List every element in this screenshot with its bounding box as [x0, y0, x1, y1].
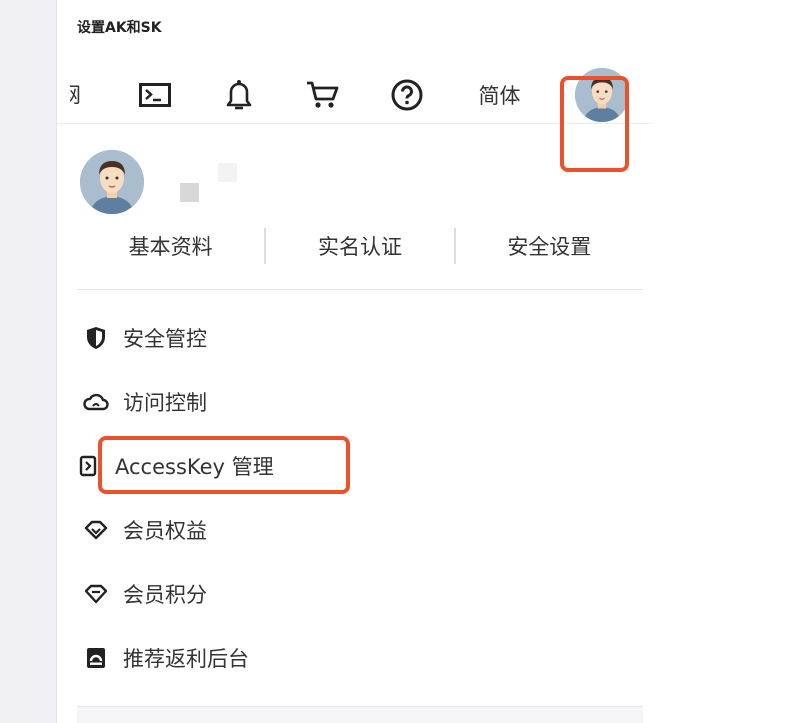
account-menu: 安全管控 访问控制 AccessKey 管理 会员权益 会员积分 推荐返利后台	[77, 306, 643, 690]
menu-item-label: 访问控制	[123, 391, 207, 415]
panel-footer	[77, 706, 643, 723]
terminal-icon	[139, 83, 171, 107]
profile-tabs: 基本资料 实名认证 安全设置	[77, 220, 643, 272]
redacted-username-block	[218, 163, 237, 182]
avatar	[80, 150, 144, 214]
tab-basic-info[interactable]: 基本资料	[77, 231, 264, 261]
menu-item-security-control[interactable]: 安全管控	[77, 306, 643, 370]
help-icon	[391, 79, 423, 111]
menu-item-label: 会员权益	[123, 519, 207, 543]
accesskey-highlight-box	[98, 436, 350, 494]
menu-item-member-points[interactable]: 会员积分	[77, 562, 643, 626]
page: 设置AK和SK 网 简体 基本资料 实名认证 安全设置 安全管控 访问控制 Ac…	[0, 0, 792, 723]
terminal-button[interactable]	[135, 66, 175, 124]
cloud-icon	[83, 389, 109, 415]
menu-item-label: 安全管控	[123, 327, 207, 351]
document-title: 设置AK和SK	[77, 20, 162, 36]
avatar-highlight-box	[560, 76, 629, 172]
dashboard-icon	[83, 645, 109, 671]
help-button[interactable]	[386, 66, 428, 124]
menu-item-referral-dashboard[interactable]: 推荐返利后台	[77, 626, 643, 690]
tab-security-settings[interactable]: 安全设置	[456, 231, 643, 261]
left-sidebar-strip	[0, 0, 57, 723]
cart-icon	[307, 81, 339, 108]
menu-item-label: 推荐返利后台	[123, 647, 249, 671]
menu-item-label: 会员积分	[123, 583, 207, 607]
menu-item-access-control[interactable]: 访问控制	[77, 370, 643, 434]
gem-icon	[83, 581, 109, 607]
shield-icon	[83, 325, 109, 351]
user-profile-header	[80, 150, 144, 214]
notifications-button[interactable]	[219, 66, 259, 124]
nav-item-partial[interactable]: 网	[70, 82, 82, 108]
redacted-username-block	[180, 183, 199, 202]
tab-real-name-verification[interactable]: 实名认证	[266, 231, 453, 261]
bell-icon	[226, 80, 252, 110]
cart-button[interactable]	[302, 66, 344, 124]
diamond-icon	[83, 517, 109, 543]
section-divider	[77, 289, 643, 290]
menu-item-member-benefits[interactable]: 会员权益	[77, 498, 643, 562]
language-switch[interactable]: 简体	[467, 66, 532, 124]
